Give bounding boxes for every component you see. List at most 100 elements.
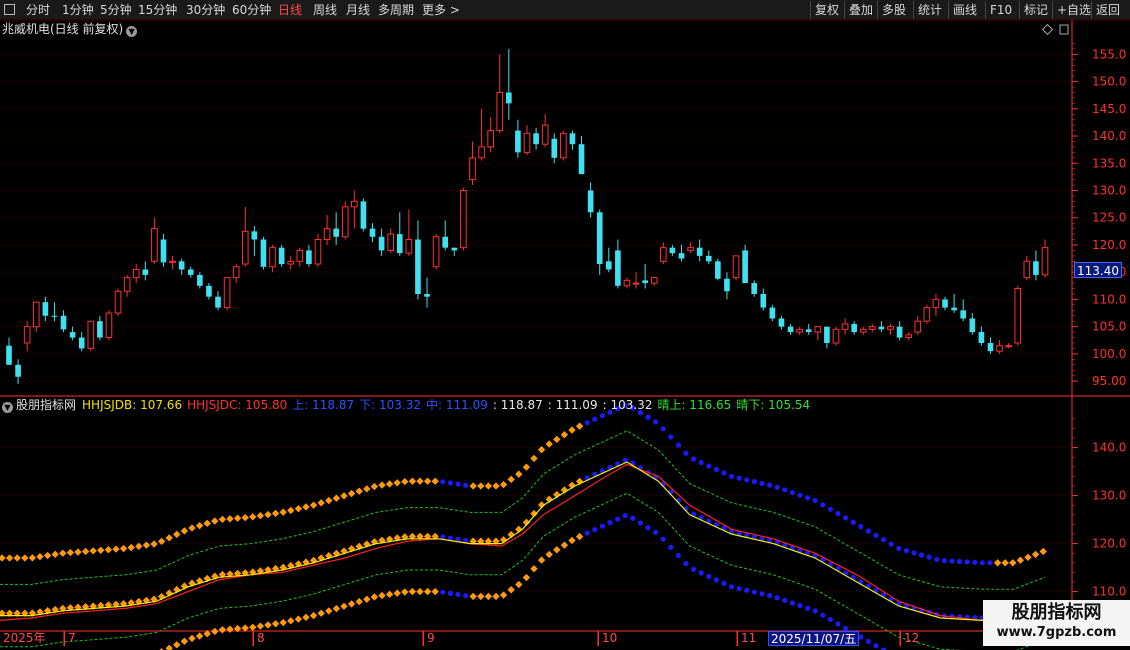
upper-dot <box>302 503 310 511</box>
lower-dot <box>440 589 446 595</box>
candle-body-down <box>787 326 794 333</box>
upper-dot <box>729 473 735 480</box>
lower-dot <box>683 561 689 567</box>
candle-body-down <box>978 332 985 343</box>
candle-body-up <box>478 146 485 159</box>
upper-dot <box>104 546 113 554</box>
upper-dot <box>545 440 553 448</box>
upper-dot <box>347 489 356 498</box>
lower-dot <box>729 584 735 590</box>
upper-dot <box>89 547 97 555</box>
upper-dot <box>774 484 780 490</box>
upper-dot <box>668 434 674 440</box>
date-label-6: 12 <box>900 631 919 646</box>
candle-body-down <box>206 285 212 297</box>
upper-dot <box>759 480 765 487</box>
upper-dot <box>340 492 348 500</box>
candle-body-down <box>197 274 203 286</box>
upper-dot <box>911 550 917 556</box>
upper-dot <box>36 552 44 561</box>
upper-dot <box>173 530 181 539</box>
upper-dot <box>599 413 606 419</box>
lower-dot <box>463 593 469 599</box>
upper-dot <box>1016 556 1025 564</box>
candle-body-down <box>896 326 903 338</box>
candle-body-down <box>760 293 767 308</box>
watermark-url: www.7gpzb.com <box>996 625 1117 640</box>
candle-body-up <box>914 320 922 333</box>
indicator-y-tick-label: 110.0 <box>1092 585 1126 599</box>
upper-dot <box>127 543 135 552</box>
chart-canvas[interactable]: 155.0 150.0 145.0 140.0 135.0 130.0 125.0 120.0… <box>0 0 1130 650</box>
candle-body-up <box>996 345 1003 352</box>
candle-body-up <box>87 320 95 349</box>
upper-dot <box>355 487 363 495</box>
lower-dot <box>759 591 765 597</box>
candle-body-up <box>887 326 894 330</box>
candle-body-down <box>51 315 58 317</box>
indicator-value-8: 晴上: 116.65 <box>657 398 732 412</box>
upper-dot <box>645 414 651 420</box>
candle-body-up <box>541 124 549 145</box>
upper-dot <box>180 527 189 535</box>
candle-body-down <box>987 342 994 352</box>
candle-body-down <box>1033 261 1039 275</box>
lower-dot <box>408 587 417 596</box>
lower-dot <box>607 520 613 526</box>
lower-dot <box>309 611 318 620</box>
lower-dot <box>317 609 325 617</box>
upper-dot <box>492 482 500 490</box>
indicator-value-7: : 103.32 <box>602 398 653 412</box>
watermark: 股朋指标网 www.7gpzb.com <box>983 600 1130 646</box>
candle-body-down <box>396 234 403 254</box>
indicator-value-0: HHJSJDB: 107.66 <box>82 398 183 412</box>
candle-body-up <box>814 326 822 333</box>
lower-dot <box>477 592 485 601</box>
upper-dot <box>13 554 21 562</box>
upper-dot <box>363 485 371 493</box>
candle-body-down <box>160 239 167 263</box>
candle-body-down <box>533 133 539 145</box>
candle-body-down <box>778 318 785 327</box>
candle-body-up <box>23 326 31 344</box>
candle-body-up <box>869 326 876 330</box>
upper-dot <box>5 554 14 562</box>
upper-dot <box>203 519 211 528</box>
lower-dot <box>592 526 598 533</box>
candle-body-down <box>878 326 885 330</box>
lower-dot <box>499 591 508 599</box>
upper-dot <box>553 435 561 444</box>
stock-title: 兆威机电(日线 前复权) <box>2 22 124 36</box>
candle-body-up <box>287 260 295 265</box>
lower-dot <box>568 536 576 545</box>
date-label-4: 10 <box>598 631 617 646</box>
upper-dot <box>537 445 546 454</box>
candle-body-up <box>487 130 494 148</box>
lower-dot <box>615 516 621 522</box>
chevron-down-icon[interactable]: ▼ <box>2 402 13 413</box>
candle-body-down <box>442 236 449 248</box>
upper-dot <box>66 548 75 557</box>
upper-dot <box>469 482 477 490</box>
lower-dot <box>744 587 750 593</box>
upper-dot <box>378 481 386 489</box>
candle-body-down <box>960 310 967 319</box>
upper-dot <box>1001 559 1009 567</box>
y-tick-label: 125.0 <box>1092 211 1126 225</box>
indicator-name: 股朋指标网 <box>16 398 77 412</box>
lower-dot <box>340 602 348 610</box>
candle-body-up <box>132 268 140 279</box>
lower-dot <box>537 556 546 564</box>
indicator-value-5: : 118.87 <box>492 398 543 412</box>
lower-dot <box>782 597 788 603</box>
candle-body-down <box>515 130 521 153</box>
upper-dot <box>934 556 940 562</box>
candle-body-down <box>451 247 458 251</box>
date-label-0: 2025年 <box>3 631 46 645</box>
candle-body-down <box>15 364 21 377</box>
y-tick-label: 140.0 <box>1092 129 1126 143</box>
lower-dot <box>560 541 569 549</box>
upper-dot <box>455 481 461 487</box>
chevron-down-icon[interactable]: ▼ <box>126 26 138 37</box>
candle-body-down <box>178 261 185 270</box>
